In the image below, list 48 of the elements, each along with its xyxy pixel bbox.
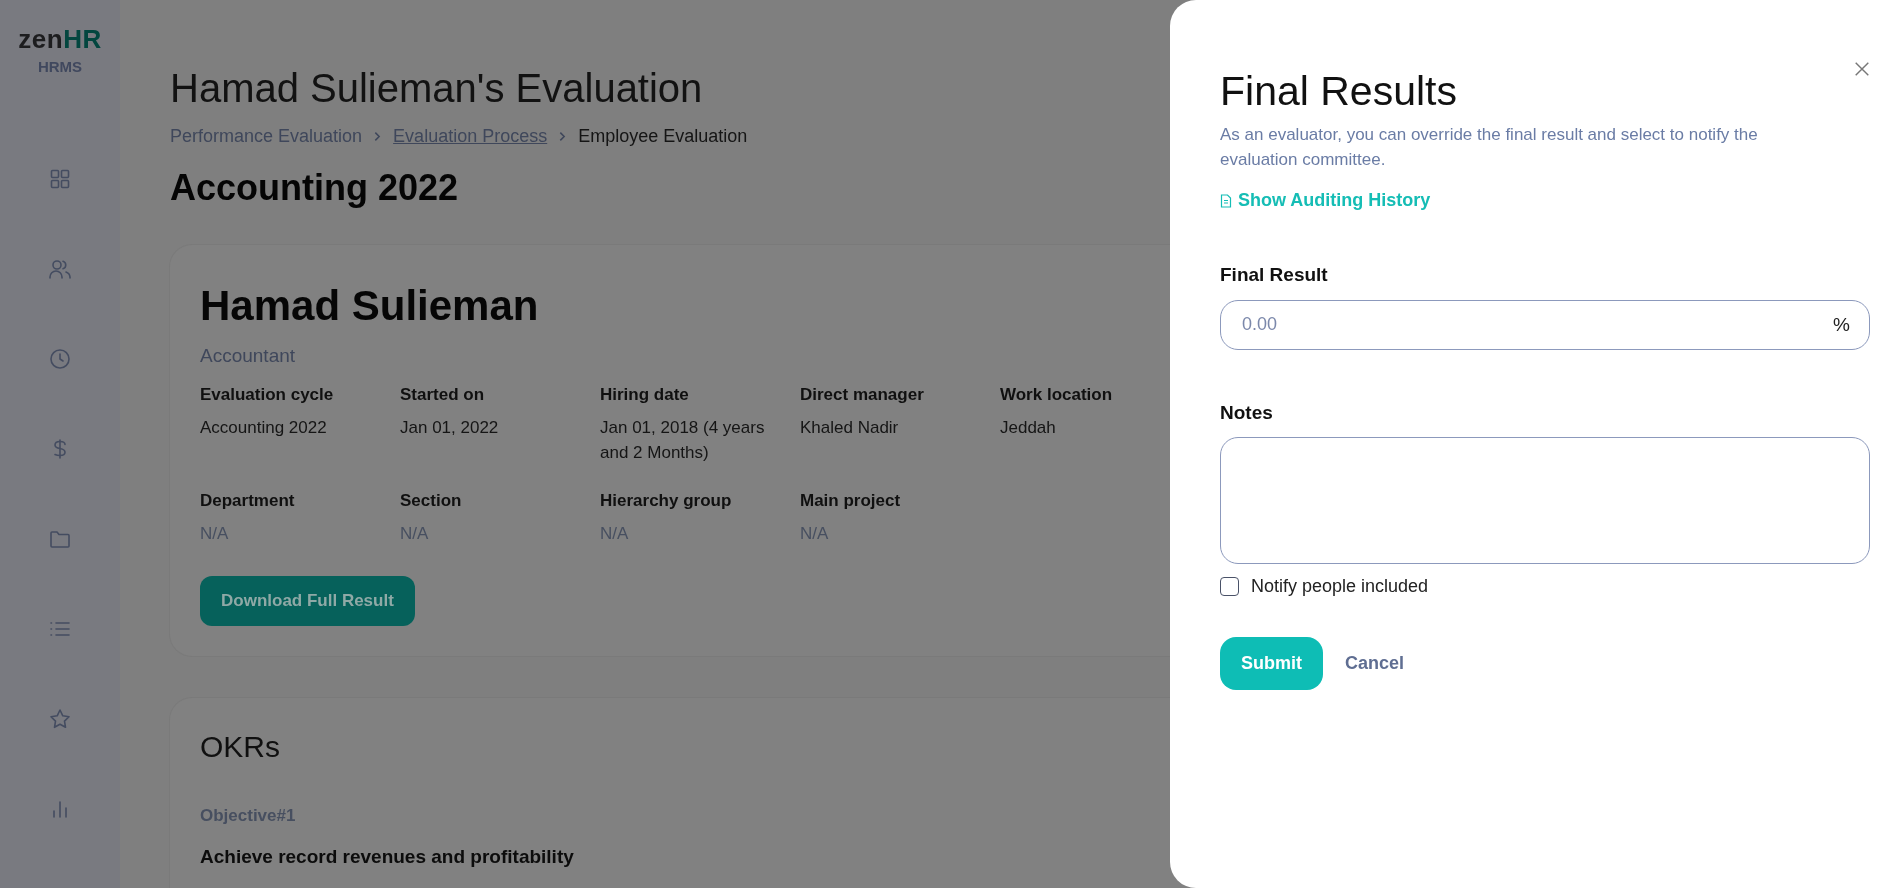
field-label: Main project (800, 491, 902, 511)
field-value: Jan 01, 2022 (400, 417, 500, 439)
star-icon[interactable] (48, 707, 72, 731)
percent-suffix: % (1833, 313, 1850, 336)
field-value: N/A (600, 523, 630, 545)
field-value: N/A (400, 523, 430, 545)
download-button[interactable]: Download Full Result (200, 576, 415, 626)
field-label: Notes (1220, 401, 1274, 424)
objective-title: Achieve record revenues and profitability (200, 846, 575, 868)
job-title: Accountant (200, 345, 297, 367)
field-label: Started on (400, 385, 486, 405)
field-value: N/A (800, 523, 830, 545)
field-value: Jeddah (1000, 417, 1057, 439)
cancel-button[interactable]: Cancel (1337, 646, 1413, 680)
grid-icon[interactable] (48, 167, 72, 191)
field-label: Department (200, 491, 296, 511)
field-value: Jan 01, 2018 (4 years and 2 Months) (600, 417, 766, 464)
field-value: Accounting 2022 (200, 417, 328, 439)
drawer-title: Final Results (1220, 68, 1457, 114)
field-value: N/A (200, 523, 230, 545)
employee-name: Hamad Sulieman (200, 281, 539, 331)
objective-label: Objective#1 (200, 806, 297, 826)
section-title: OKRs (200, 730, 281, 764)
logo: zenHR (18, 26, 102, 52)
users-icon[interactable] (48, 257, 72, 281)
field-label: Section (400, 491, 463, 511)
drawer-description: As an evaluator, you can override the final result and select to notify the evaluation committee. (1220, 124, 1759, 171)
checkbox[interactable] (1220, 576, 1239, 596)
field-label: Hiring date (600, 385, 690, 405)
document-icon (1220, 193, 1232, 208)
breadcrumb-link[interactable]: Evaluation Process (393, 126, 548, 147)
auditing-history-link[interactable]: Show Auditing History (1220, 190, 1431, 211)
submit-button[interactable]: Submit (1220, 636, 1323, 690)
product-name: HRMS (37, 58, 83, 75)
field-label: Direct manager (800, 385, 925, 405)
close-icon[interactable] (1853, 60, 1871, 78)
cycle-heading: Accounting 2022 (170, 167, 459, 209)
field-value: Khaled Nadir (800, 417, 900, 439)
field-label: Work location (1000, 385, 1114, 405)
field-label: Hierarchy group (600, 491, 733, 511)
notes-field[interactable] (1220, 436, 1870, 564)
field-label: Evaluation cycle (200, 385, 335, 405)
field-label: Final Result (1220, 263, 1329, 286)
breadcrumb-item[interactable]: Performance Evaluation (170, 126, 363, 147)
page-title: Hamad Sulieman's Evaluation (170, 65, 703, 112)
breadcrumb-item: Employee Evaluation (578, 126, 748, 147)
clock-icon[interactable] (48, 347, 72, 371)
checkbox-label: Notify people included (1251, 575, 1429, 597)
